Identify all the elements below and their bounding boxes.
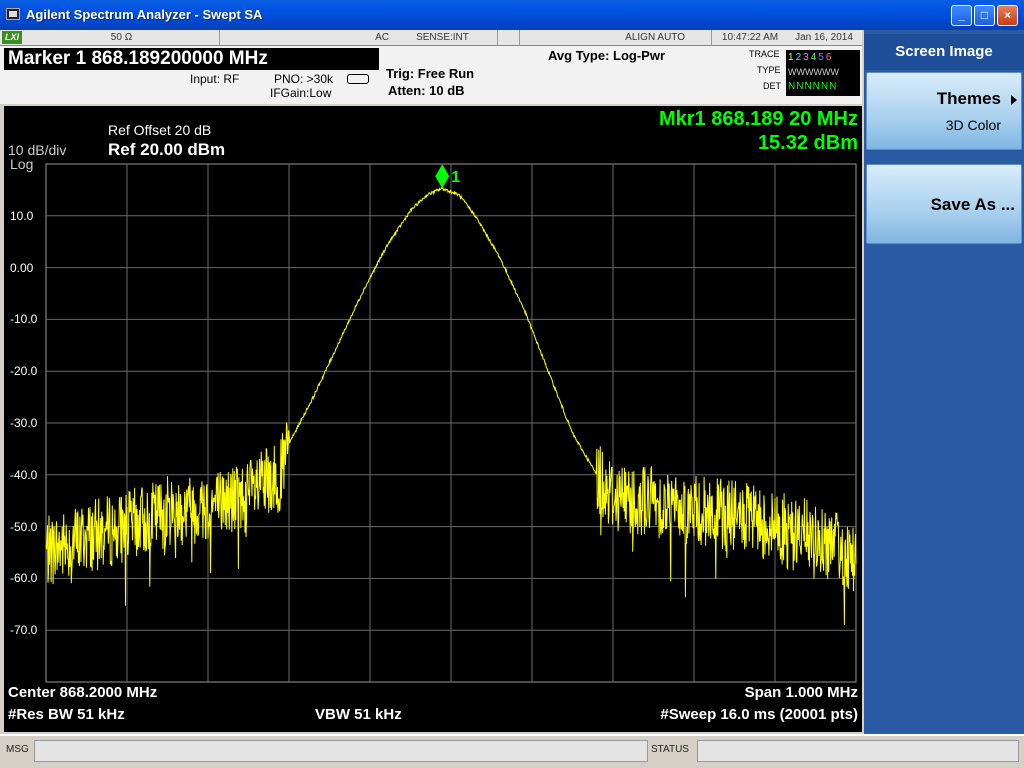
themes-label: Themes <box>936 89 1001 108</box>
marker-readout-frequency: Mkr1 868.189 20 MHz <box>658 108 858 130</box>
trace-numbers: 123456 <box>788 52 833 63</box>
trace-label: TRACE <box>749 49 780 59</box>
det-label: DET <box>763 81 781 91</box>
bottom-status-bar: MSG STATUS <box>0 734 1024 768</box>
themes-value: 3D Color <box>945 117 1001 133</box>
y-tick-label: -20.0 <box>10 364 38 379</box>
measurement-header: Marker 1 868.189200000 MHz Input: RF PNO… <box>0 46 862 104</box>
message-field <box>34 740 648 762</box>
ifgain-setting: IFGain:Low <box>270 86 332 100</box>
type-label: TYPE <box>757 65 781 75</box>
sweep-type-icon <box>347 74 369 84</box>
trigger-setting: Trig: Free Run <box>386 66 475 81</box>
trace-status-panel: 123456 WWWWWW NNNNNN <box>786 50 860 96</box>
window-title: Agilent Spectrum Analyzer - Swept SA <box>26 7 263 22</box>
y-tick-label: -40.0 <box>10 467 38 482</box>
status-field <box>697 740 1019 762</box>
marker-1-label: 1 <box>451 169 460 186</box>
trace-detectors: NNNNNN <box>788 81 838 92</box>
save-as-softkey[interactable]: Save As ... <box>866 164 1022 244</box>
softkey-menu-title: Screen Image <box>864 34 1024 70</box>
frequency-span[interactable]: Span 1.000 MHz <box>745 684 858 701</box>
app-icon <box>6 8 20 20</box>
y-tick-label: -70.0 <box>10 623 38 638</box>
trace-number-1: 1 <box>788 52 796 63</box>
y-tick-label: -30.0 <box>10 416 38 430</box>
save-as-label: Save As ... <box>930 195 1015 214</box>
trace-number-6: 6 <box>825 52 834 63</box>
sweep-time[interactable]: #Sweep 16.0 ms (20001 pts) <box>660 706 858 723</box>
clock-date: Jan 16, 2014 <box>795 32 853 43</box>
trace-number-3: 3 <box>803 52 811 63</box>
align-indicator: ALIGN AUTO <box>498 30 712 46</box>
active-marker-field[interactable]: Marker 1 868.189200000 MHz <box>4 48 379 70</box>
video-bandwidth[interactable]: VBW 51 kHz <box>315 706 402 723</box>
lxi-badge: LXI <box>2 31 22 44</box>
title-bar: Agilent Spectrum Analyzer - Swept SA _ □… <box>0 0 1024 30</box>
center-frequency[interactable]: Center 868.2000 MHz <box>8 684 157 701</box>
app-window: Agilent Spectrum Analyzer - Swept SA _ □… <box>0 0 1024 768</box>
ref-offset: Ref Offset 20 dB <box>108 122 212 138</box>
spectrum-display[interactable]: 1 Ref Offset 20 dB 10 dB/div Log Ref 20.… <box>4 106 862 732</box>
spectrum-graph: 1 <box>45 163 857 683</box>
maximize-button[interactable]: □ <box>974 5 995 26</box>
attenuation-setting: Atten: 10 dB <box>388 83 465 98</box>
resolution-bandwidth[interactable]: #Res BW 51 kHz <box>8 706 125 723</box>
y-tick-label: -60.0 <box>10 571 38 586</box>
message-label: MSG <box>6 744 29 755</box>
y-tick-label: -10.0 <box>10 312 38 327</box>
ref-level[interactable]: Ref 20.00 dBm <box>108 140 225 160</box>
scale-type: Log <box>10 156 34 172</box>
y-tick-label: 10.0 <box>10 208 34 223</box>
submenu-arrow-icon <box>1011 95 1017 105</box>
trace-types: WWWWWW <box>788 67 839 77</box>
close-button[interactable]: × <box>997 5 1018 26</box>
clock-time: 10:47:22 AM <box>721 32 779 43</box>
trace-number-2: 2 <box>795 52 804 63</box>
minimize-button[interactable]: _ <box>951 5 972 26</box>
softkey-panel: Screen Image Themes 3D Color Save As ... <box>864 30 1024 734</box>
status-strip: LXI 50 Ω AC SENSE:INT ALIGN AUTO 10:47:2… <box>0 30 862 46</box>
y-tick-label: 0.00 <box>10 260 34 275</box>
marker-readout-amplitude: 15.32 dBm <box>757 132 858 154</box>
avg-type-setting: Avg Type: Log-Pwr <box>548 48 665 63</box>
impedance-indicator: 50 Ω <box>24 30 220 46</box>
trace-number-5: 5 <box>818 52 826 63</box>
y-tick-label: -50.0 <box>10 519 38 534</box>
status-label: STATUS <box>651 744 689 755</box>
input-setting: Input: RF <box>190 72 240 86</box>
sense-indicator: SENSE:INT <box>388 30 498 46</box>
themes-softkey[interactable]: Themes 3D Color <box>866 72 1022 150</box>
pno-setting: PNO: >30k <box>274 72 334 86</box>
